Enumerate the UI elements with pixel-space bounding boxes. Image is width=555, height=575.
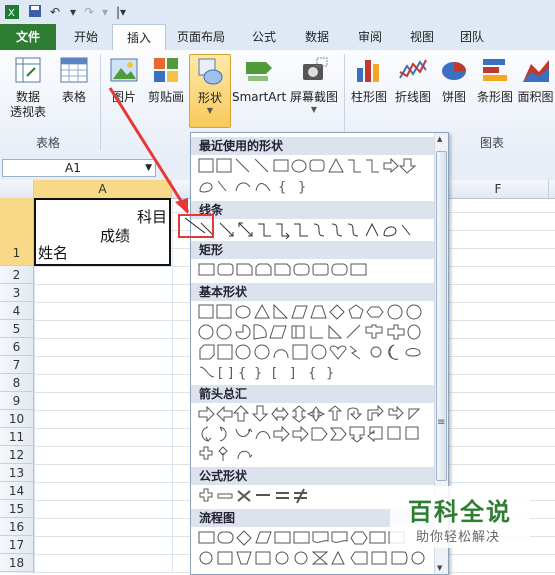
- watermark-subtitle: 助你轻松解决: [416, 530, 501, 545]
- watermark: 百科全说 助你轻松解决: [390, 486, 530, 548]
- watermark-title: 百科全说: [408, 498, 512, 526]
